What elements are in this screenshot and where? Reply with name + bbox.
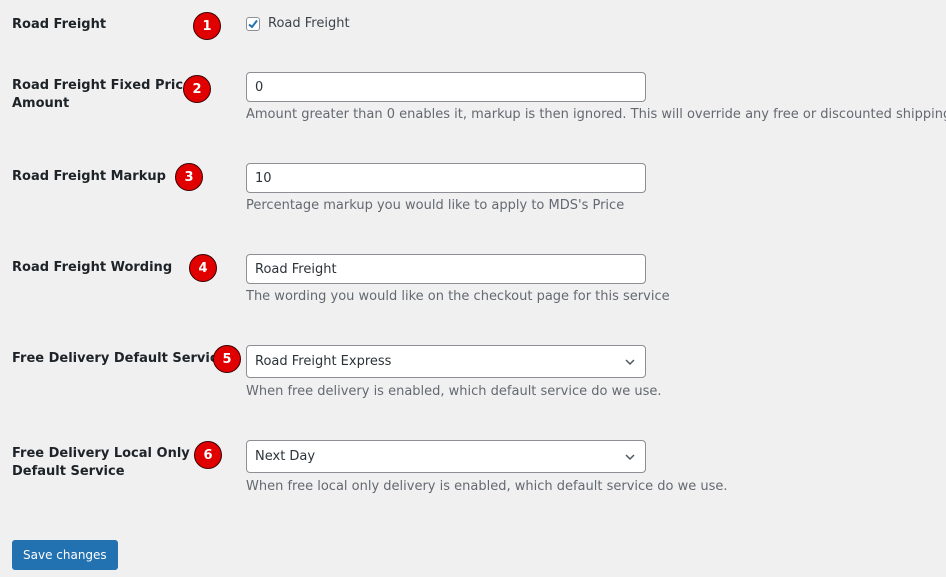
wording-value: Road Freight: [255, 261, 337, 277]
free-default-service-selected: Road Freight Express: [255, 354, 392, 369]
save-changes-button[interactable]: Save changes: [12, 540, 118, 570]
fixed-price-label-line1: Road Freight Fixed Price: [12, 78, 192, 93]
fixed-price-description: Amount greater than 0 enables it, markup…: [246, 107, 946, 122]
fixed-price-label: Road Freight Fixed Price Amount: [12, 77, 192, 113]
checkmark-icon: [248, 19, 258, 28]
markup-value: 10: [255, 170, 272, 186]
free-default-service-description: When free delivery is enabled, which def…: [246, 384, 662, 399]
road-freight-checkbox-row[interactable]: Road Freight: [246, 16, 350, 31]
free-local-default-service-description: When free local only delivery is enabled…: [246, 479, 728, 494]
free-local-default-service-label: Free Delivery Local Only Default Service: [12, 445, 190, 481]
annotation-badge-3: 3: [175, 163, 203, 191]
markup-input[interactable]: 10: [246, 163, 646, 193]
road-freight-checkbox-label: Road Freight: [268, 16, 350, 31]
free-local-label-line2: Default Service: [12, 464, 125, 479]
road-freight-label: Road Freight: [12, 17, 107, 32]
annotation-badge-4: 4: [189, 254, 217, 282]
chevron-down-icon: [625, 358, 635, 365]
annotation-badge-1: 1: [193, 12, 221, 40]
chevron-down-icon: [625, 453, 635, 460]
wording-description: The wording you would like on the checko…: [246, 289, 670, 304]
free-default-service-select[interactable]: Road Freight Express: [246, 345, 646, 378]
annotation-badge-6: 6: [194, 441, 222, 469]
wording-label: Road Freight Wording: [12, 260, 173, 275]
annotation-badge-5: 5: [213, 345, 241, 373]
wording-input[interactable]: Road Freight: [246, 254, 646, 284]
annotation-badge-2: 2: [183, 75, 211, 103]
free-local-default-service-select[interactable]: Next Day: [246, 440, 646, 473]
road-freight-checkbox[interactable]: [246, 16, 260, 31]
markup-description: Percentage markup you would like to appl…: [246, 198, 625, 213]
fixed-price-input[interactable]: 0: [246, 72, 646, 102]
fixed-price-value: 0: [255, 79, 264, 95]
markup-label: Road Freight Markup: [12, 169, 166, 184]
free-default-service-label: Free Delivery Default Service: [12, 351, 227, 366]
free-local-default-service-selected: Next Day: [255, 449, 316, 464]
free-local-label-line1: Free Delivery Local Only: [12, 446, 190, 461]
fixed-price-label-line2: Amount: [12, 96, 70, 111]
